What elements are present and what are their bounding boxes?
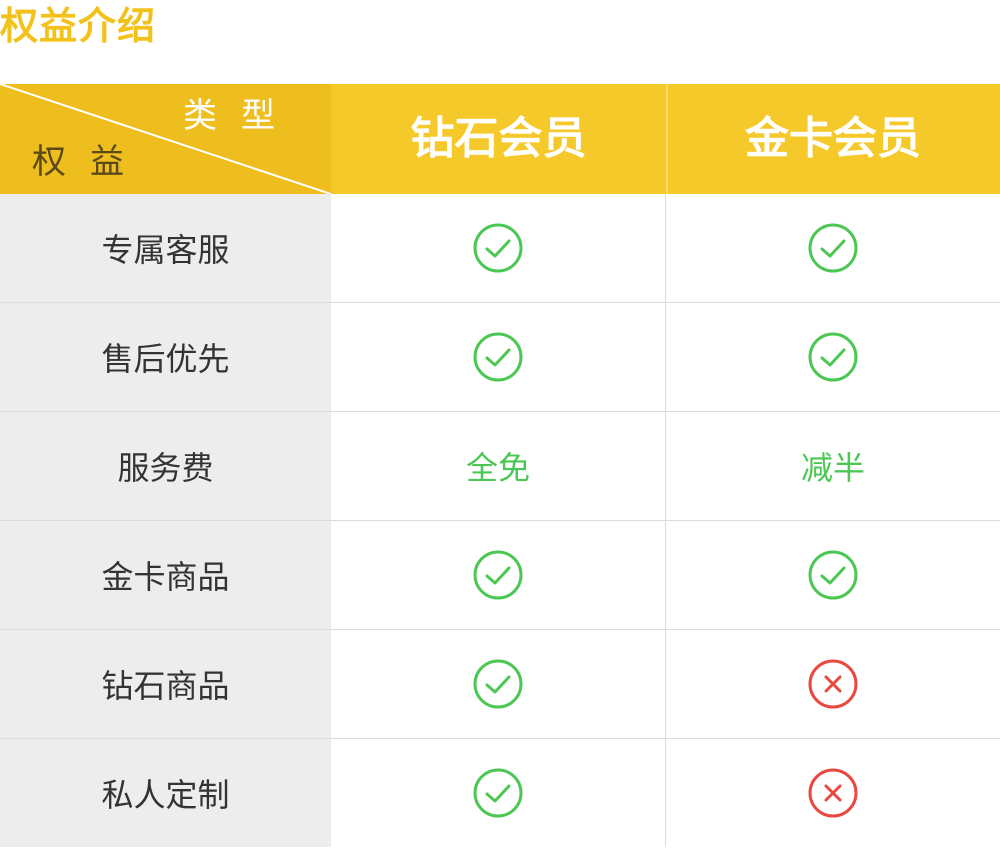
check-circle-icon xyxy=(473,223,523,273)
check-circle-icon xyxy=(473,768,523,818)
column-header-diamond: 钻石会员 xyxy=(410,113,587,164)
table-body: 专属客服 售后优先 服务费 全免 减半金卡商品 钻石商品 私人定制 xyxy=(0,194,1000,847)
diamond-value-cell xyxy=(331,303,666,411)
benefit-label: 服务费 xyxy=(0,412,331,520)
corner-rights-label: 权益 xyxy=(32,142,148,182)
check-circle-icon xyxy=(473,332,523,382)
benefit-value-text: 减半 xyxy=(800,449,865,487)
table-row: 私人定制 xyxy=(0,739,1000,847)
column-header-gold: 金卡会员 xyxy=(745,113,921,164)
page-title: 权益介绍 xyxy=(0,4,157,48)
benefit-label: 私人定制 xyxy=(0,739,331,847)
benefit-label: 专属客服 xyxy=(0,194,331,302)
table-row: 金卡商品 xyxy=(0,521,1000,630)
benefit-value-text: 全免 xyxy=(465,449,530,487)
table-row: 专属客服 xyxy=(0,194,1000,303)
check-circle-icon xyxy=(808,223,858,273)
diamond-value-cell xyxy=(331,630,666,738)
diamond-value-cell xyxy=(331,739,666,847)
check-circle-icon xyxy=(808,550,858,600)
table-header-row: 类型 权益 钻石会员 金卡会员 xyxy=(0,84,1000,194)
table-row: 钻石商品 xyxy=(0,630,1000,739)
benefit-label: 金卡商品 xyxy=(0,521,331,629)
benefit-label: 钻石商品 xyxy=(0,630,331,738)
table-row: 服务费 全免 减半 xyxy=(0,412,1000,521)
gold-value-cell xyxy=(666,739,1000,847)
gold-value-cell xyxy=(666,630,1000,738)
check-circle-icon xyxy=(473,550,523,600)
corner-header-cell: 类型 权益 xyxy=(0,84,331,194)
gold-value-cell xyxy=(666,521,1000,629)
cross-circle-icon xyxy=(808,768,858,818)
table-row: 售后优先 xyxy=(0,303,1000,412)
gold-value-cell: 减半 xyxy=(666,412,1000,520)
gold-value-cell xyxy=(666,303,1000,411)
check-circle-icon xyxy=(808,332,858,382)
diamond-value-cell xyxy=(331,194,666,302)
cross-circle-icon xyxy=(808,659,858,709)
benefits-table: 类型 权益 钻石会员 金卡会员 专属客服 售后优先 服务费 全免 减半金卡商品 钻石商品私… xyxy=(0,84,1000,849)
corner-type-label: 类型 xyxy=(183,96,299,136)
diamond-value-cell xyxy=(331,521,666,629)
gold-value-cell xyxy=(666,194,1000,302)
check-circle-icon xyxy=(473,659,523,709)
diamond-value-cell: 全免 xyxy=(331,412,666,520)
benefit-label: 售后优先 xyxy=(0,303,331,411)
